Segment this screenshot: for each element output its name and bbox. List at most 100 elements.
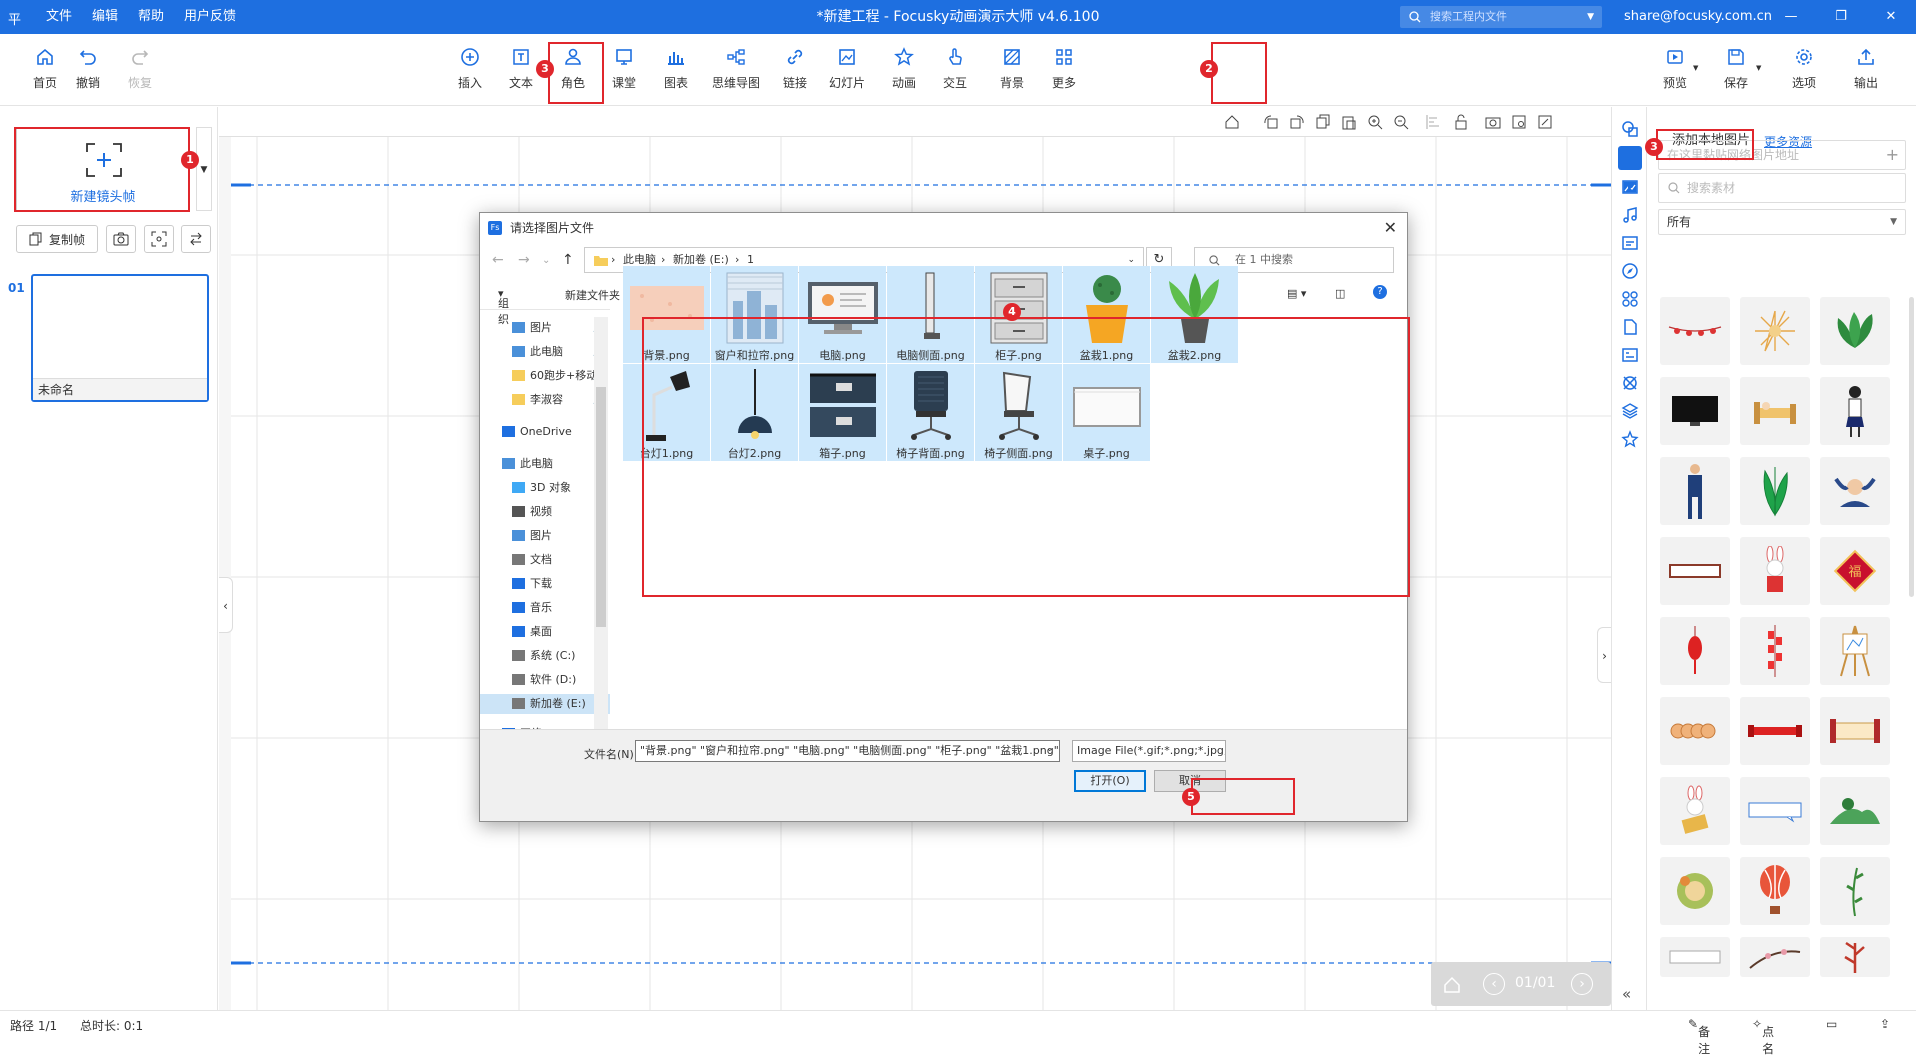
view-options-button[interactable]: ▤ ▾ bbox=[1287, 287, 1306, 300]
interact-button[interactable]: 交互 bbox=[925, 46, 985, 91]
asset-hill-trees[interactable] bbox=[1820, 777, 1890, 845]
account-email[interactable]: share@focusky.com.cn bbox=[1624, 0, 1772, 34]
asset-gift-wreath[interactable] bbox=[1660, 857, 1730, 925]
tree-item[interactable]: 图片 bbox=[480, 526, 610, 546]
mindmap-button[interactable]: 思维导图 bbox=[705, 46, 767, 91]
tree-item[interactable]: 图片📌 bbox=[480, 318, 610, 338]
asset-girl[interactable] bbox=[1820, 377, 1890, 445]
filename-input[interactable]: "背景.png" "窗户和拉帘.png" "电脑.png" "电脑侧面.png"… bbox=[635, 740, 1060, 762]
asset-coin-stack[interactable] bbox=[1660, 697, 1730, 765]
video-icon[interactable] bbox=[1621, 178, 1639, 196]
asset-bamboo[interactable] bbox=[1820, 857, 1890, 925]
align-icon[interactable] bbox=[1425, 114, 1441, 130]
asset-firecracker[interactable] bbox=[1740, 617, 1810, 685]
frame-fit-button[interactable] bbox=[144, 225, 174, 253]
asset-firework[interactable] bbox=[1740, 297, 1810, 365]
formula-icon[interactable] bbox=[1621, 346, 1639, 364]
tree-item[interactable]: 此电脑📌 bbox=[480, 342, 610, 362]
preview-pane-button[interactable]: ◫ bbox=[1335, 287, 1345, 300]
asset-filter-select[interactable]: 所有 ▼ bbox=[1658, 209, 1906, 235]
organize-button[interactable]: 组织 ▾ bbox=[498, 287, 509, 326]
chevron-down-icon[interactable]: ▼ bbox=[1587, 6, 1594, 28]
asset-scrollbar[interactable] bbox=[1909, 297, 1914, 597]
layers-icon[interactable] bbox=[1621, 402, 1639, 420]
link-button[interactable]: 链接 bbox=[765, 46, 825, 91]
asset-rabbit-scroll[interactable] bbox=[1660, 777, 1730, 845]
close-window-button[interactable]: ✕ bbox=[1866, 0, 1916, 34]
plus-icon[interactable]: + bbox=[1886, 141, 1899, 169]
image-settings-icon[interactable] bbox=[1511, 114, 1527, 130]
asset-banner-board[interactable] bbox=[1660, 537, 1730, 605]
project-search-input[interactable]: 搜索工程内文件 ▼ bbox=[1400, 6, 1602, 28]
subtitle-icon[interactable] bbox=[1621, 234, 1639, 252]
asset-businessman[interactable] bbox=[1660, 457, 1730, 525]
tree-item[interactable]: OneDrive bbox=[480, 422, 610, 442]
up-button[interactable]: ↑ bbox=[562, 252, 574, 268]
asset-rabbit[interactable] bbox=[1740, 537, 1810, 605]
copy-icon[interactable] bbox=[1315, 114, 1331, 130]
back-button[interactable]: ← bbox=[492, 252, 504, 268]
options-button[interactable]: 选项 bbox=[1774, 46, 1834, 91]
asset-lantern-string[interactable] bbox=[1660, 297, 1730, 365]
rotate-left-icon[interactable] bbox=[1263, 114, 1279, 130]
collapse-left-button[interactable]: ‹ bbox=[219, 577, 233, 633]
asset-hot-air-balloon[interactable] bbox=[1740, 857, 1810, 925]
zoom-out-icon[interactable] bbox=[1393, 114, 1409, 130]
background-button[interactable]: 背景 bbox=[982, 46, 1042, 91]
home-icon[interactable] bbox=[1443, 976, 1461, 994]
asset-person-stretch[interactable] bbox=[1820, 457, 1890, 525]
slide-thumbnail[interactable]: 未命名 bbox=[31, 274, 209, 402]
tree-item[interactable]: 音乐 bbox=[480, 598, 610, 618]
asset-open-scroll[interactable] bbox=[1820, 697, 1890, 765]
more-button[interactable]: 更多 bbox=[1034, 46, 1094, 91]
copy-frame-button[interactable]: 复制帧 bbox=[16, 225, 98, 253]
asset-plum-branch[interactable] bbox=[1740, 937, 1810, 977]
chevron-down-icon[interactable]: ⌄ bbox=[1046, 744, 1054, 754]
zoom-in-icon[interactable] bbox=[1367, 114, 1383, 130]
tree-item[interactable]: 下载 bbox=[480, 574, 610, 594]
asset-tv[interactable] bbox=[1660, 377, 1730, 445]
new-frame-dropdown[interactable]: ▼ bbox=[196, 127, 212, 211]
asset-search-input[interactable]: 搜索素材 bbox=[1658, 173, 1906, 203]
export-icon[interactable]: ⇪ bbox=[1880, 1017, 1890, 1031]
chevron-down-icon[interactable]: ⌄ bbox=[542, 255, 550, 266]
collapse-panel-icon[interactable]: « bbox=[1622, 985, 1631, 1003]
asset-speech-bubble[interactable] bbox=[1740, 777, 1810, 845]
music-icon[interactable] bbox=[1621, 206, 1639, 224]
forward-button[interactable]: → bbox=[518, 252, 530, 268]
tree-item[interactable]: 李淑容📌 bbox=[480, 390, 610, 410]
chevron-down-icon[interactable]: ▼ bbox=[1693, 64, 1698, 72]
output-button[interactable]: 输出 bbox=[1836, 46, 1896, 91]
dialog-close-button[interactable]: ✕ bbox=[1384, 213, 1397, 243]
chart-button[interactable]: 图表 bbox=[646, 46, 706, 91]
edit-icon[interactable] bbox=[1537, 114, 1553, 130]
asset-easel[interactable] bbox=[1820, 617, 1890, 685]
rotate-right-icon[interactable] bbox=[1289, 114, 1305, 130]
tree-item[interactable]: 此电脑 bbox=[480, 454, 610, 474]
chat-icon[interactable]: ▭ bbox=[1826, 1017, 1837, 1031]
pointer-button[interactable]: ✧ 点名 bbox=[1752, 1017, 1774, 1056]
document-icon[interactable] bbox=[1621, 318, 1639, 336]
components-icon[interactable] bbox=[1621, 290, 1639, 308]
home-icon[interactable] bbox=[1224, 114, 1240, 130]
tree-item[interactable]: 软件 (D:) bbox=[480, 670, 610, 690]
tree-scrollbar[interactable] bbox=[594, 317, 608, 729]
paste-icon[interactable] bbox=[1341, 114, 1357, 130]
prev-page-button[interactable]: ‹ bbox=[1483, 973, 1505, 995]
star-icon[interactable] bbox=[1621, 430, 1639, 448]
image-tab-icon[interactable] bbox=[1618, 146, 1642, 170]
asset-red-plant[interactable] bbox=[1820, 937, 1890, 977]
asset-fu-sign[interactable]: 福 bbox=[1820, 537, 1890, 605]
asset-red-lantern[interactable] bbox=[1660, 617, 1730, 685]
notes-button[interactable]: ✎ 备注 bbox=[1688, 1017, 1710, 1056]
help-icon[interactable]: ? bbox=[1373, 285, 1387, 299]
undo-button[interactable]: 撤销 bbox=[58, 46, 118, 91]
lock-icon[interactable] bbox=[1453, 114, 1469, 130]
maximize-button[interactable]: ❐ bbox=[1816, 0, 1866, 34]
shapes-icon[interactable] bbox=[1621, 120, 1639, 138]
chevron-down-icon[interactable]: ▼ bbox=[1756, 64, 1761, 72]
tree-item[interactable]: 3D 对象 bbox=[480, 478, 610, 498]
collapse-right-button[interactable]: › bbox=[1597, 627, 1611, 683]
asset-leaves[interactable] bbox=[1740, 457, 1810, 525]
tree-item[interactable]: 新加卷 (E:) bbox=[480, 694, 610, 714]
